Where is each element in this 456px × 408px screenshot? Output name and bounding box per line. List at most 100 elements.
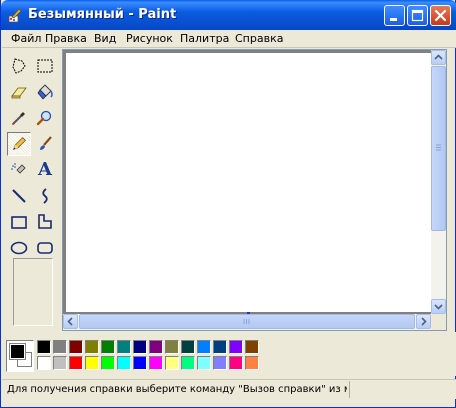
- rounded-rect-icon: [37, 242, 53, 254]
- menu-bar: Файл Правка Вид Рисунок Палитра Справка: [2, 30, 456, 48]
- scrollbar-corner: [431, 314, 446, 330]
- menu-image[interactable]: Рисунок: [122, 32, 177, 47]
- free-form-select-icon: [12, 58, 26, 74]
- close-icon: [434, 9, 447, 22]
- scroll-down-button[interactable]: [431, 299, 446, 314]
- maximize-icon: [411, 9, 424, 22]
- line-icon: [12, 189, 26, 203]
- eraser-icon: [11, 87, 27, 99]
- arrow-up-icon: [434, 54, 443, 60]
- close-button[interactable]: [430, 5, 451, 26]
- menu-file[interactable]: Файл: [7, 32, 45, 47]
- minimize-icon: [390, 18, 397, 21]
- arrow-left-icon: [67, 317, 73, 326]
- vertical-scrollbar[interactable]: [431, 50, 446, 314]
- tool-eraser[interactable]: [7, 80, 31, 104]
- palette-swatch[interactable]: [149, 356, 163, 370]
- palette-swatch[interactable]: [37, 356, 51, 370]
- tool-polygon[interactable]: [33, 210, 57, 234]
- tool-text[interactable]: A: [33, 158, 57, 182]
- paint-window: Безымянный - Paint Файл Правка Вид Рисун…: [0, 0, 456, 408]
- tool-fill[interactable]: [33, 80, 57, 104]
- polygon-icon: [38, 214, 52, 229]
- drawing-canvas[interactable]: [66, 53, 432, 312]
- palette-swatch[interactable]: [133, 356, 147, 370]
- tool-brush[interactable]: [33, 132, 57, 156]
- vertical-scroll-thumb[interactable]: [431, 66, 446, 231]
- tool-rectangle[interactable]: [7, 210, 31, 234]
- tool-magnifier[interactable]: [33, 106, 57, 130]
- title-bar[interactable]: Безымянный - Paint: [1, 0, 456, 30]
- rect-select-icon: [37, 59, 53, 73]
- palette-swatch[interactable]: [229, 356, 243, 370]
- palette-swatch[interactable]: [117, 356, 131, 370]
- tool-pencil[interactable]: [7, 132, 31, 156]
- palette-swatch[interactable]: [69, 340, 83, 354]
- palette-swatch[interactable]: [165, 356, 179, 370]
- canvas-viewport: [62, 49, 447, 331]
- scroll-right-button[interactable]: [416, 314, 431, 329]
- pencil-icon: [12, 137, 26, 151]
- current-colors[interactable]: [6, 340, 34, 372]
- fill-bucket-icon: [37, 84, 53, 100]
- palette-swatch[interactable]: [37, 340, 51, 354]
- palette-swatch[interactable]: [85, 356, 99, 370]
- tool-curve[interactable]: [33, 184, 57, 208]
- palette-swatch[interactable]: [181, 340, 195, 354]
- palette-swatch[interactable]: [101, 340, 115, 354]
- tool-rect-select[interactable]: [33, 54, 57, 78]
- palette-swatch[interactable]: [149, 340, 163, 354]
- menu-help[interactable]: Справка: [231, 32, 287, 47]
- tool-line[interactable]: [7, 184, 31, 208]
- palette-swatch[interactable]: [213, 356, 227, 370]
- menu-edit[interactable]: Правка: [41, 32, 91, 47]
- window-title: Безымянный - Paint: [28, 7, 177, 22]
- arrow-down-icon: [434, 304, 443, 310]
- rectangle-icon: [11, 216, 27, 229]
- tool-ellipse[interactable]: [7, 236, 31, 260]
- tool-airbrush[interactable]: [7, 158, 31, 182]
- brush-icon: [40, 136, 52, 150]
- palette-swatch[interactable]: [245, 340, 259, 354]
- palette-swatch[interactable]: [213, 340, 227, 354]
- toolbox: A: [5, 52, 59, 328]
- menu-view[interactable]: Вид: [90, 32, 120, 47]
- palette-swatch[interactable]: [165, 340, 179, 354]
- palette-swatch[interactable]: [85, 340, 99, 354]
- foreground-color-swatch[interactable]: [9, 343, 26, 360]
- scroll-up-button[interactable]: [431, 50, 446, 65]
- color-picker-icon: [12, 112, 25, 125]
- airbrush-icon: [11, 163, 26, 174]
- scroll-left-button[interactable]: [63, 314, 78, 329]
- tool-pick-color[interactable]: [7, 106, 31, 130]
- palette-swatch[interactable]: [245, 356, 259, 370]
- status-help-text: Для получения справки выберите команду "…: [7, 384, 347, 395]
- paint-app-icon[interactable]: [7, 7, 23, 23]
- palette-swatch[interactable]: [181, 356, 195, 370]
- menu-colors[interactable]: Палитра: [176, 32, 233, 47]
- minimize-button[interactable]: [384, 5, 405, 26]
- palette-swatch[interactable]: [117, 340, 131, 354]
- status-bar: Для получения справки выберите команду "…: [2, 379, 456, 399]
- palette-swatch[interactable]: [133, 340, 147, 354]
- curve-icon: [42, 188, 48, 204]
- palette-swatch[interactable]: [229, 340, 243, 354]
- arrow-right-icon: [421, 317, 427, 326]
- palette-swatch[interactable]: [53, 340, 67, 354]
- grip-icon: [436, 144, 441, 151]
- magnifier-icon: [36, 110, 52, 126]
- palette-swatch[interactable]: [197, 356, 211, 370]
- horizontal-scroll-thumb[interactable]: [79, 314, 415, 329]
- grip-icon: [243, 319, 250, 324]
- maximize-button[interactable]: [407, 5, 428, 26]
- tool-rounded-rect[interactable]: [33, 236, 57, 260]
- tool-free-form-select[interactable]: [7, 54, 31, 78]
- ellipse-icon: [10, 241, 28, 255]
- palette-swatch[interactable]: [197, 340, 211, 354]
- palette-swatch[interactable]: [69, 356, 83, 370]
- palette-swatch[interactable]: [53, 356, 67, 370]
- horizontal-scrollbar[interactable]: [63, 314, 431, 330]
- palette-swatch[interactable]: [101, 356, 115, 370]
- tool-options-panel[interactable]: [13, 258, 53, 326]
- color-palette: [2, 332, 456, 376]
